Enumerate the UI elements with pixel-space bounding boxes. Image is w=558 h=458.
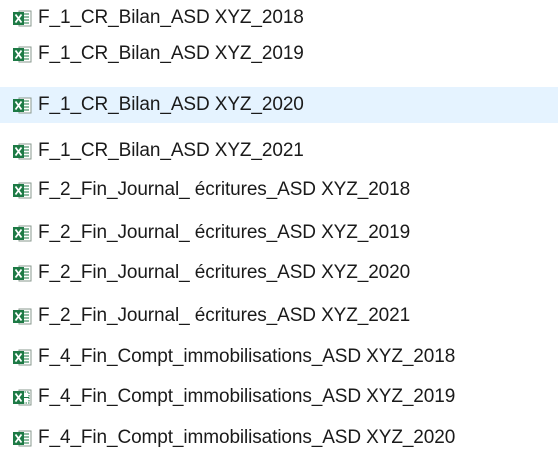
file-row[interactable]: F_2_Fin_Journal_ écritures_ASD XYZ_2020 <box>0 255 558 291</box>
file-row[interactable]: F_2_Fin_Journal_ écritures_ASD XYZ_2018 <box>0 172 558 208</box>
file-row[interactable]: F_4_Fin_Compt_immobilisations_ASD XYZ_20… <box>0 339 558 375</box>
file-row[interactable]: F_2_Fin_Journal_ écritures_ASD XYZ_2021 <box>0 298 558 334</box>
file-row[interactable]: F_4_Fin_Compt_immobilisations_ASD XYZ_20… <box>0 420 558 456</box>
file-name[interactable]: F_2_Fin_Journal_ écritures_ASD XYZ_2021 <box>38 298 410 334</box>
excel-file-icon <box>13 265 32 282</box>
file-name[interactable]: F_1_CR_Bilan_ASD XYZ_2019 <box>38 36 304 72</box>
file-name[interactable]: F_2_Fin_Journal_ écritures_ASD XYZ_2019 <box>38 215 410 251</box>
file-name[interactable]: F_1_CR_Bilan_ASD XYZ_2021 <box>38 133 304 169</box>
file-row[interactable]: F_1_CR_Bilan_ASD XYZ_2021 <box>0 133 558 169</box>
excel-file-icon <box>13 225 32 242</box>
excel-file-icon <box>13 10 32 27</box>
file-name[interactable]: F_1_CR_Bilan_ASD XYZ_2018 <box>38 0 304 36</box>
file-list: F_1_CR_Bilan_ASD XYZ_2018 F_1_CR_Bilan_A… <box>0 0 558 458</box>
file-name[interactable]: F_2_Fin_Journal_ écritures_ASD XYZ_2020 <box>38 255 410 291</box>
excel-template-file-icon <box>13 389 32 406</box>
file-row[interactable]: F_1_CR_Bilan_ASD XYZ_2019 <box>0 36 558 72</box>
excel-file-icon <box>13 308 32 325</box>
file-name[interactable]: F_4_Fin_Compt_immobilisations_ASD XYZ_20… <box>38 339 455 375</box>
file-row[interactable]: F_2_Fin_Journal_ écritures_ASD XYZ_2019 <box>0 215 558 251</box>
excel-file-icon <box>13 430 32 447</box>
file-row[interactable]: F_1_CR_Bilan_ASD XYZ_2018 <box>0 0 558 36</box>
file-name[interactable]: F_4_Fin_Compt_immobilisations_ASD XYZ_20… <box>38 420 455 456</box>
excel-file-icon <box>13 143 32 160</box>
file-name[interactable]: F_1_CR_Bilan_ASD XYZ_2020 <box>38 87 304 123</box>
excel-file-icon <box>13 349 32 366</box>
file-name[interactable]: F_4_Fin_Compt_immobilisations_ASD XYZ_20… <box>38 379 455 415</box>
excel-file-icon <box>13 182 32 199</box>
excel-file-icon <box>13 97 32 114</box>
file-row[interactable]: F_4_Fin_Compt_immobilisations_ASD XYZ_20… <box>0 379 558 415</box>
excel-file-icon <box>13 46 32 63</box>
file-row-selected[interactable]: F_1_CR_Bilan_ASD XYZ_2020 <box>0 87 558 123</box>
file-name[interactable]: F_2_Fin_Journal_ écritures_ASD XYZ_2018 <box>38 172 410 208</box>
